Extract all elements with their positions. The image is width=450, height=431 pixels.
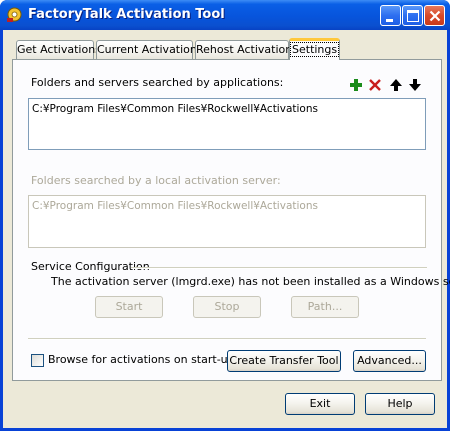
stop-button[interactable]: Stop <box>193 296 261 318</box>
delete-icon[interactable] <box>368 78 382 92</box>
service-status-message: The activation server (lmgrd.exe) has no… <box>51 275 450 288</box>
advanced-button[interactable]: Advanced... <box>353 350 426 372</box>
close-icon <box>429 10 441 22</box>
minimize-button[interactable] <box>380 5 401 26</box>
create-transfer-tool-button[interactable]: Create Transfer Tool <box>227 350 341 372</box>
tab-label: Get Activations <box>17 43 101 56</box>
add-icon[interactable] <box>349 78 363 92</box>
tab-rehost-activations[interactable]: Rehost Activations <box>195 40 298 59</box>
section-divider <box>28 338 426 340</box>
server-folders-list: C:¥Program Files¥Common Files¥Rockwell¥A… <box>28 195 426 248</box>
app-folders-label: Folders and servers searched by applicat… <box>31 76 284 89</box>
close-button[interactable] <box>424 5 445 26</box>
tab-get-activations[interactable]: Get Activations <box>16 40 101 59</box>
maximize-icon <box>407 10 419 22</box>
maximize-button[interactable] <box>402 5 423 26</box>
section-divider <box>131 267 427 269</box>
app-logo-icon <box>6 6 23 23</box>
window-title: FactoryTalk Activation Tool <box>28 7 225 22</box>
tab-current-activations[interactable]: Current Activations <box>96 40 203 59</box>
settings-panel: Folders and servers searched by applicat… <box>12 59 450 381</box>
browse-on-startup-checkbox[interactable] <box>31 354 44 367</box>
server-folders-label: Folders searched by a local activation s… <box>31 174 281 187</box>
minimize-icon <box>386 19 393 22</box>
list-item: C:¥Program Files¥Common Files¥Rockwell¥A… <box>32 200 318 212</box>
tab-label: Settings <box>290 42 340 57</box>
tab-label: Rehost Activations <box>196 43 298 56</box>
path-button[interactable]: Path... <box>291 296 359 318</box>
move-up-icon[interactable] <box>389 78 403 92</box>
title-bar[interactable]: FactoryTalk Activation Tool <box>0 0 450 30</box>
browse-on-startup-label[interactable]: Browse for activations on start-up <box>48 353 235 366</box>
app-folders-list[interactable]: C:¥Program Files¥Common Files¥Rockwell¥A… <box>28 98 426 150</box>
exit-button[interactable]: Exit <box>285 393 355 415</box>
app-window: FactoryTalk Activation Tool Get Activati… <box>0 0 450 431</box>
window-client-area: Get Activations Current Activations Reho… <box>3 30 450 428</box>
tab-label: Current Activations <box>97 43 203 56</box>
tab-settings[interactable]: Settings <box>289 38 340 60</box>
list-item[interactable]: C:¥Program Files¥Common Files¥Rockwell¥A… <box>32 103 318 115</box>
help-button[interactable]: Help <box>365 393 435 415</box>
start-button[interactable]: Start <box>95 296 163 318</box>
move-down-icon[interactable] <box>408 78 422 92</box>
